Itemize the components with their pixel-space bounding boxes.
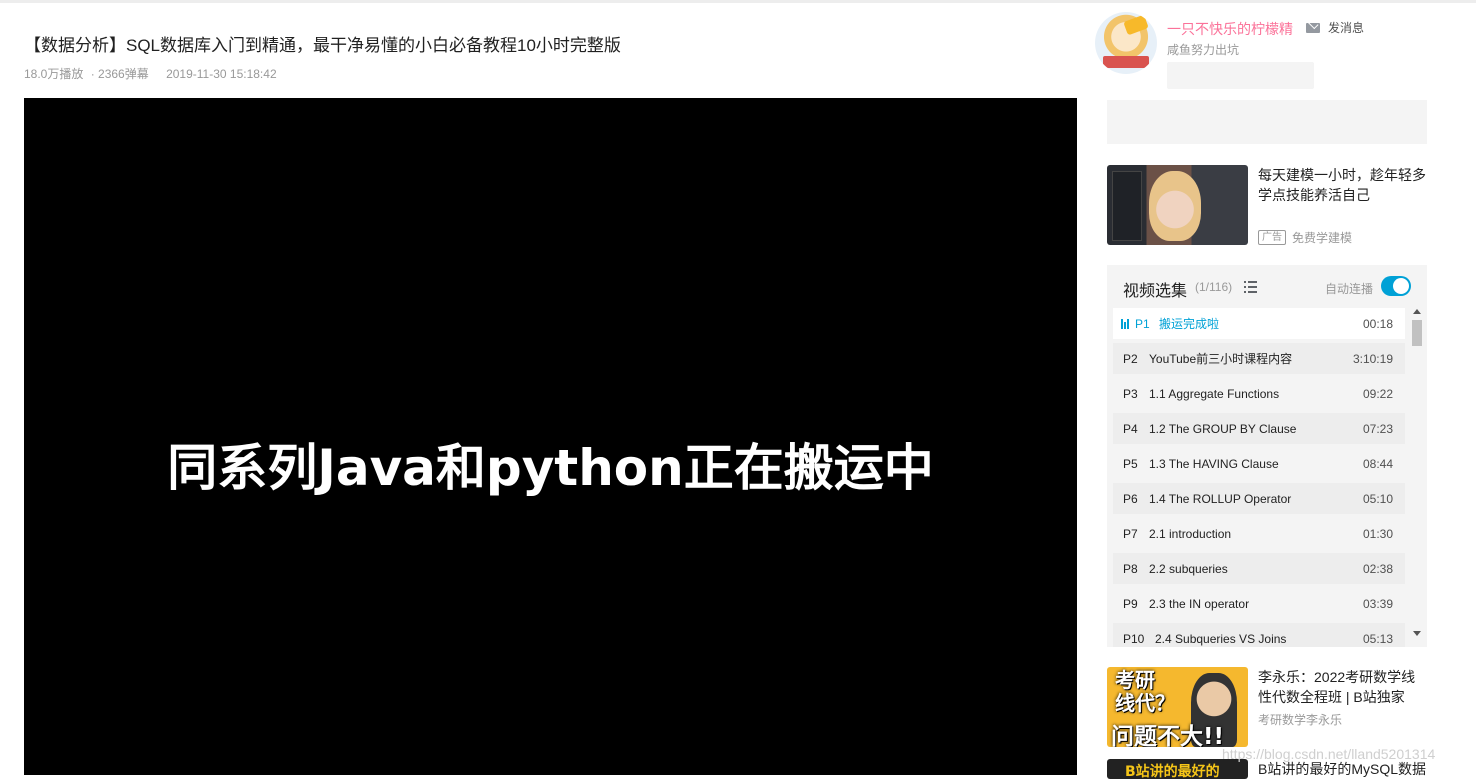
playlist-item[interactable]: P3 1.1 Aggregate Functions 09:22 bbox=[1113, 378, 1405, 409]
episode-duration: 01:30 bbox=[1362, 526, 1393, 541]
recommended-thumbnail[interactable]: B站讲的最好的 bbox=[1107, 759, 1248, 779]
playlist-item[interactable]: P8 2.2 subqueries 02:38 bbox=[1113, 553, 1405, 584]
playlist-items: P1 搬运完成啦 00:18 P2 YouTube前三小时课程内容 3:10:19 P3 1.… bbox=[1113, 308, 1405, 647]
ad-thumb-figure bbox=[1149, 171, 1201, 241]
episode-title: 1.3 The HAVING Clause bbox=[1149, 456, 1279, 471]
playlist-item[interactable]: P2 YouTube前三小时课程内容 3:10:19 bbox=[1113, 343, 1405, 374]
episode-title: 搬运完成啦 bbox=[1159, 317, 1220, 331]
ad-info: 广告 免费学建模 bbox=[1258, 229, 1352, 246]
recommended-thumbnail[interactable]: 考研 线代？ 问题不大!! bbox=[1107, 667, 1248, 747]
episode-duration: 02:38 bbox=[1362, 561, 1393, 576]
episode-number: P6 bbox=[1123, 491, 1138, 506]
episode-title: 1.2 The GROUP BY Clause bbox=[1149, 421, 1297, 436]
playlist-item[interactable]: P10 2.4 Subqueries VS Joins 05:13 bbox=[1113, 623, 1405, 647]
now-playing-icon bbox=[1121, 318, 1129, 329]
episode-title: YouTube前三小时课程内容 bbox=[1149, 352, 1293, 366]
top-divider bbox=[0, 0, 1476, 3]
playlist-item[interactable]: P4 1.2 The GROUP BY Clause 07:23 bbox=[1113, 413, 1405, 444]
recommended-title[interactable]: 李永乐：2022考研数学线性代数全程班 | B站独家 bbox=[1258, 667, 1428, 707]
banner-placeholder bbox=[1107, 100, 1427, 144]
episode-duration: 05:13 bbox=[1362, 631, 1393, 646]
episode-playlist: 视频选集 (1/116) 自动连播 P1 搬运完成啦 00:18 P2 YouTube前… bbox=[1107, 265, 1427, 647]
danmaku-count: · 2366弹幕 bbox=[90, 67, 149, 81]
playlist-scrollbar[interactable] bbox=[1411, 307, 1423, 647]
playlist-count: (1/116) bbox=[1195, 280, 1233, 294]
video-meta: 18.0万播放 · 2366弹幕 2019-11-30 15:18:42 bbox=[24, 65, 281, 82]
playlist-item[interactable]: P1 搬运完成啦 00:18 bbox=[1113, 308, 1405, 339]
episode-duration: 09:22 bbox=[1362, 386, 1393, 401]
ad-title[interactable]: 每天建模一小时，趁年轻多学点技能养活自己 bbox=[1258, 165, 1428, 205]
playlist-header: 视频选集 (1/116) 自动连播 bbox=[1107, 265, 1427, 307]
episode-duration: 00:18 bbox=[1362, 316, 1393, 331]
uploader-description: 咸鱼努力出坑 bbox=[1167, 43, 1240, 57]
episode-title: 1.1 Aggregate Functions bbox=[1149, 386, 1280, 401]
episode-number: P4 bbox=[1123, 421, 1138, 436]
thumb-caption-bottom: 问题不大!! bbox=[1111, 724, 1224, 747]
thumb-caption-line: 线代？ bbox=[1115, 691, 1175, 715]
uploader-avatar[interactable] bbox=[1095, 12, 1157, 74]
playlist-item[interactable]: P6 1.4 The ROLLUP Operator 05:10 bbox=[1113, 483, 1405, 514]
episode-number: P3 bbox=[1123, 386, 1138, 401]
send-message-label: 发消息 bbox=[1328, 21, 1365, 35]
episode-title: 2.4 Subqueries VS Joins bbox=[1155, 631, 1287, 646]
scroll-thumb[interactable] bbox=[1412, 320, 1422, 346]
episode-title: 2.2 subqueries bbox=[1149, 561, 1228, 576]
video-player[interactable]: 同系列Java和python正在搬运中 bbox=[24, 98, 1077, 775]
episode-number: P7 bbox=[1123, 526, 1138, 541]
episode-number: P8 bbox=[1123, 561, 1138, 576]
video-title: 【数据分析】SQL数据库入门到精通，最干净易懂的小白必备教程10小时完整版 bbox=[24, 36, 621, 55]
episode-number: P1 bbox=[1135, 316, 1150, 331]
autoplay-label: 自动连播 bbox=[1325, 282, 1374, 296]
scroll-down-arrow-icon[interactable] bbox=[1413, 631, 1421, 636]
episode-duration: 3:10:19 bbox=[1352, 351, 1393, 366]
playlist-title: 视频选集 bbox=[1123, 283, 1188, 300]
playlist-item[interactable]: P9 2.3 the IN operator 03:39 bbox=[1113, 588, 1405, 619]
view-count: 18.0万播放 bbox=[24, 67, 84, 81]
episode-title: 2.3 the IN operator bbox=[1149, 596, 1250, 611]
thumb-caption: B站讲的最好的 bbox=[1125, 764, 1220, 779]
ad-source[interactable]: 免费学建模 bbox=[1292, 229, 1352, 246]
ad-thumbnail[interactable] bbox=[1107, 165, 1248, 245]
mail-icon bbox=[1306, 22, 1320, 33]
episode-number: P2 bbox=[1123, 351, 1138, 366]
recommended-uploader[interactable]: 考研数学李永乐 bbox=[1258, 711, 1342, 728]
ad-badge: 广告 bbox=[1258, 230, 1286, 245]
ad-thumb-panel bbox=[1112, 171, 1142, 241]
thumb-caption: 考研 线代？ bbox=[1115, 669, 1175, 715]
episode-duration: 08:44 bbox=[1362, 456, 1393, 471]
follow-button-placeholder[interactable] bbox=[1167, 62, 1314, 89]
episode-duration: 07:23 bbox=[1362, 421, 1393, 436]
episode-duration: 03:39 bbox=[1362, 596, 1393, 611]
episode-number: P9 bbox=[1123, 596, 1138, 611]
avatar-hat-shape bbox=[1123, 14, 1149, 36]
episode-number: P10 bbox=[1123, 631, 1145, 646]
thumb-caption-line: 考研 bbox=[1115, 668, 1155, 692]
episode-duration: 05:10 bbox=[1362, 491, 1393, 506]
episode-title: 2.1 introduction bbox=[1149, 526, 1232, 541]
episode-title: 1.4 The ROLLUP Operator bbox=[1149, 491, 1292, 506]
scroll-up-arrow-icon[interactable] bbox=[1413, 309, 1421, 314]
playlist-item[interactable]: P5 1.3 The HAVING Clause 08:44 bbox=[1113, 448, 1405, 479]
recommended-title[interactable]: B站讲的最好的MySQL数据 bbox=[1258, 759, 1428, 779]
watermark-text: https://blog.csdn.net/lland5201314 bbox=[1222, 746, 1436, 762]
publish-date: 2019-11-30 15:18:42 bbox=[166, 67, 277, 81]
list-view-icon[interactable] bbox=[1244, 281, 1257, 293]
episode-number: P5 bbox=[1123, 456, 1138, 471]
autoplay-toggle[interactable] bbox=[1381, 276, 1411, 296]
avatar-book-shape bbox=[1103, 56, 1149, 68]
video-frame-text: 同系列Java和python正在搬运中 bbox=[167, 439, 934, 497]
send-message-button[interactable]: 发消息 bbox=[1306, 19, 1364, 36]
uploader-name[interactable]: 一只不快乐的柠檬精 bbox=[1167, 19, 1293, 39]
playlist-item[interactable]: P7 2.1 introduction 01:30 bbox=[1113, 518, 1405, 549]
